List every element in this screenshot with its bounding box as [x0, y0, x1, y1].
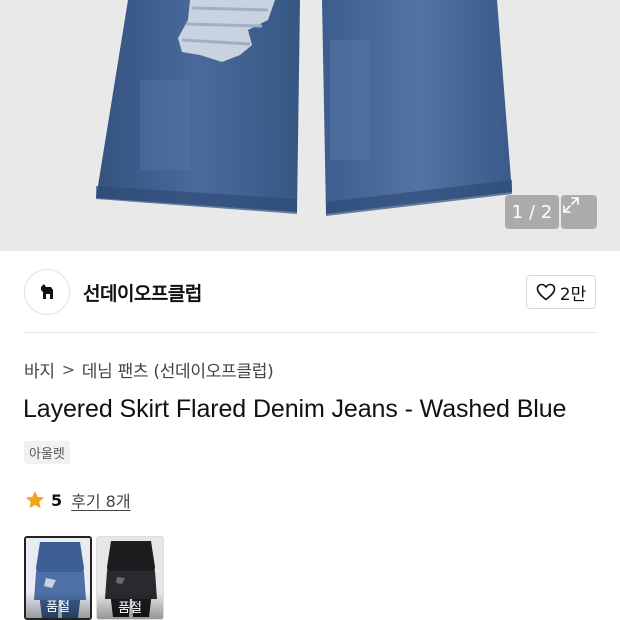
brand-name[interactable]: 선데이오프클럽	[83, 279, 202, 306]
reviews-link[interactable]: 후기 8개	[71, 488, 130, 512]
outlet-tag: 아울렛	[24, 441, 70, 464]
option-washed-blue[interactable]: 품절	[24, 536, 92, 620]
dog-logo-icon	[41, 284, 53, 299]
color-options: 품절 품절	[24, 536, 164, 620]
brand-row: 선데이오프클럽 2만	[24, 268, 596, 316]
breadcrumb-subcategory[interactable]: 데님 팬츠 (선데이오프클럽)	[82, 357, 274, 382]
breadcrumb-category[interactable]: 바지	[24, 357, 55, 382]
breadcrumb-separator: >	[61, 359, 75, 379]
breadcrumb: 바지 > 데님 팬츠 (선데이오프클럽)	[24, 356, 274, 382]
like-count: 2만	[559, 284, 587, 305]
product-image[interactable]: 1 / 2	[0, 0, 620, 251]
rating-score: 5	[51, 490, 63, 510]
brand-logo[interactable]	[24, 269, 70, 315]
image-counter: 1 / 2	[505, 195, 559, 229]
expand-button[interactable]	[561, 195, 597, 229]
rating-row: 5 후기 8개	[24, 487, 131, 513]
like-button[interactable]: 2만	[526, 275, 596, 309]
heart-icon	[536, 283, 556, 301]
option-black[interactable]: 품절	[96, 536, 164, 620]
star-icon	[25, 490, 45, 509]
expand-icon	[563, 197, 579, 213]
soldout-label: 품절	[26, 592, 90, 618]
soldout-label: 품절	[97, 593, 163, 619]
divider	[24, 332, 596, 333]
product-title: Layered Skirt Flared Denim Jeans - Washe…	[23, 395, 567, 423]
